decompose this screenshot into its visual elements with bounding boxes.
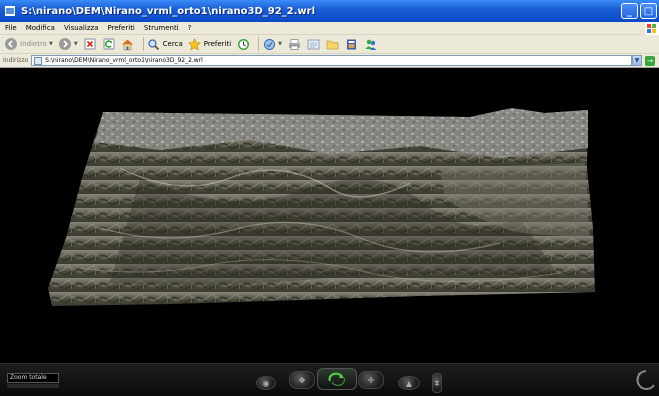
favorites-star-icon bbox=[188, 37, 202, 51]
research-button[interactable] bbox=[344, 37, 358, 51]
vrml-viewport[interactable] bbox=[0, 68, 659, 363]
favorites-label: Preferiti bbox=[203, 40, 232, 48]
forward-button[interactable]: ▼ bbox=[58, 37, 78, 51]
home-icon bbox=[121, 37, 135, 51]
address-bar: Indirizzo S:\nirano\DEM\Nirano_vrml_orto… bbox=[0, 54, 659, 68]
page-icon bbox=[34, 56, 43, 65]
address-value: S:\nirano\DEM\Nirano_vrml_orto1\nirano3D… bbox=[45, 57, 203, 64]
menu-file[interactable]: File bbox=[5, 24, 17, 32]
menu-modifica[interactable]: Modifica bbox=[26, 24, 55, 32]
stop-icon bbox=[83, 37, 97, 51]
terrain-render[interactable] bbox=[0, 68, 659, 363]
search-icon bbox=[147, 37, 161, 51]
go-button[interactable]: → bbox=[645, 55, 659, 66]
minimize-button[interactable]: _ bbox=[621, 3, 638, 19]
window-title-bar: S:\nirano\DEM\Nirano_vrml_orto1\nirano3D… bbox=[0, 0, 659, 22]
internet-explorer-icon bbox=[3, 4, 17, 18]
seek-button[interactable]: ◉ bbox=[256, 376, 276, 390]
viewpoint-selector[interactable]: Zoom totale bbox=[7, 373, 59, 383]
menu-visualizza[interactable]: Visualizza bbox=[64, 24, 98, 32]
seek-icon: ◉ bbox=[262, 378, 270, 388]
back-dropdown-icon[interactable]: ▼ bbox=[49, 41, 53, 47]
address-label: Indirizzo bbox=[3, 57, 29, 64]
edit-icon bbox=[306, 37, 320, 51]
windows-logo-icon bbox=[645, 22, 659, 35]
stop-button[interactable] bbox=[83, 37, 97, 51]
walk-icon: ✥ bbox=[298, 375, 306, 385]
history-button[interactable] bbox=[236, 37, 250, 51]
folder-icon bbox=[325, 37, 339, 51]
forward-dropdown-icon[interactable]: ▼ bbox=[74, 41, 78, 47]
back-button[interactable]: Indietro ▼ bbox=[4, 37, 53, 51]
mail-dropdown-icon[interactable]: ▼ bbox=[278, 41, 282, 47]
viewpoint-slider[interactable] bbox=[7, 384, 59, 388]
window-title: S:\nirano\DEM\Nirano_vrml_orto1\nirano3D… bbox=[21, 5, 316, 17]
print-button[interactable] bbox=[287, 37, 301, 51]
straighten-icon: ⧗ bbox=[434, 378, 440, 387]
refresh-icon bbox=[102, 37, 116, 51]
mail-button[interactable]: ▼ bbox=[262, 37, 282, 51]
messenger-icon bbox=[363, 37, 377, 51]
menu-preferiti[interactable]: Preferiti bbox=[107, 24, 134, 32]
refresh-button[interactable] bbox=[102, 37, 116, 51]
history-icon bbox=[236, 37, 250, 51]
back-arrow-icon bbox=[4, 37, 18, 51]
search-button[interactable]: Cerca bbox=[147, 37, 183, 51]
cortona-logo-icon bbox=[633, 366, 659, 396]
address-field[interactable]: S:\nirano\DEM\Nirano_vrml_orto1\nirano3D… bbox=[31, 55, 632, 66]
toolbar-separator bbox=[142, 37, 144, 51]
edit-button[interactable] bbox=[306, 37, 320, 51]
home-button[interactable] bbox=[121, 37, 135, 51]
menu-bar: File Modifica Visualizza Preferiti Strum… bbox=[0, 22, 659, 35]
pan-button[interactable]: ✛ bbox=[358, 371, 384, 389]
mail-icon bbox=[262, 37, 276, 51]
go-arrow-icon: → bbox=[645, 55, 655, 66]
walk-button[interactable]: ✥ bbox=[289, 371, 315, 389]
address-dropdown-button[interactable]: ▼ bbox=[632, 55, 642, 66]
forward-arrow-icon bbox=[58, 37, 72, 51]
straighten-button[interactable]: ⧗ bbox=[432, 373, 442, 393]
search-label: Cerca bbox=[162, 40, 183, 48]
print-icon bbox=[287, 37, 301, 51]
research-book-icon bbox=[344, 37, 358, 51]
menu-help[interactable]: ? bbox=[188, 24, 192, 32]
folder-button[interactable] bbox=[325, 37, 339, 51]
zoom-button[interactable]: ▲ bbox=[398, 376, 420, 390]
rotate-icon bbox=[328, 372, 346, 386]
pan-icon: ✛ bbox=[367, 375, 375, 385]
toolbar: Indietro ▼ ▼ Cerca Preferiti ▼ bbox=[0, 35, 659, 54]
back-label: Indietro bbox=[20, 40, 47, 48]
menu-strumenti[interactable]: Strumenti bbox=[144, 24, 179, 32]
toolbar-separator bbox=[258, 37, 260, 51]
maximize-button[interactable]: □ bbox=[640, 3, 657, 19]
vrml-control-bar: Zoom totale ◉ ✥ ✛ ▲ ⧗ bbox=[0, 363, 659, 396]
zoom-icon: ▲ bbox=[405, 378, 413, 388]
messenger-button[interactable] bbox=[363, 37, 377, 51]
favorites-button[interactable]: Preferiti bbox=[188, 37, 231, 51]
rotate-button[interactable] bbox=[317, 368, 357, 390]
